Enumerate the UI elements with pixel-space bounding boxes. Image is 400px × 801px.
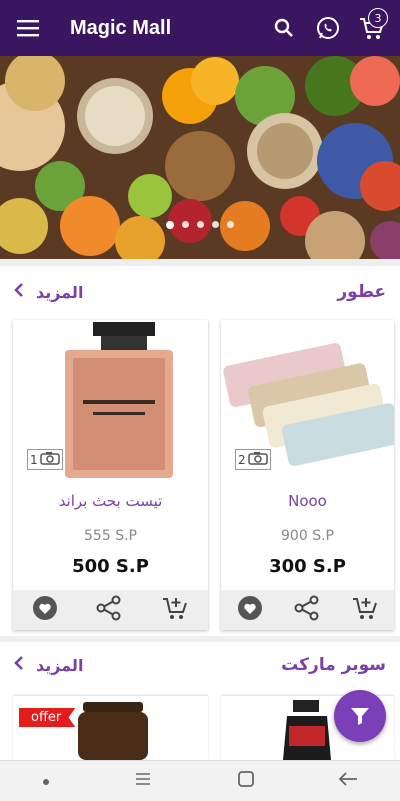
recents-icon[interactable]	[132, 771, 154, 791]
more-label: المزيد	[36, 655, 84, 675]
search-icon[interactable]	[262, 0, 306, 56]
system-nav-bar	[0, 760, 400, 801]
photo-count: 2	[235, 449, 271, 470]
filter-icon	[351, 708, 369, 725]
cart-count-badge: 3	[368, 8, 388, 28]
menu-icon[interactable]	[0, 0, 56, 56]
product-old-price: 900 S.P	[281, 528, 334, 544]
chevron-left-icon	[14, 655, 24, 676]
product-card[interactable]: 1 تيست بحث براند 555 S.P 500 S.P	[13, 320, 208, 630]
share-icon[interactable]	[96, 595, 122, 625]
product-old-price: 555 S.P	[84, 528, 137, 544]
more-link[interactable]: المزيد	[14, 655, 83, 676]
product-image	[78, 702, 148, 760]
offer-badge: offer	[19, 708, 76, 727]
filter-button[interactable]	[334, 690, 386, 742]
product-name[interactable]: تيست بحث براند	[13, 492, 208, 510]
cart-button[interactable]: 3	[350, 0, 394, 56]
nav-dot-icon[interactable]	[41, 772, 51, 791]
app-bar: Magic Mall 3	[0, 0, 400, 56]
camera-icon	[247, 451, 268, 468]
section-title: عطور	[337, 282, 386, 302]
banner-dot[interactable]	[166, 221, 174, 229]
add-to-cart-icon[interactable]	[161, 595, 189, 625]
add-to-cart-icon[interactable]	[351, 595, 379, 625]
product-price: 500 S.P	[72, 556, 149, 577]
banner-dot[interactable]	[227, 221, 234, 228]
banner-dot[interactable]	[197, 221, 204, 228]
product-card[interactable]: offer	[13, 696, 208, 760]
product-price: 300 S.P	[269, 556, 346, 577]
section-header: المزيد سوبر ماركت	[0, 642, 400, 688]
share-icon[interactable]	[294, 595, 320, 625]
section-header: المزيد عطور	[0, 266, 400, 318]
product-image: 2	[221, 320, 394, 478]
heart-icon[interactable]	[32, 595, 58, 625]
banner-dot[interactable]	[182, 221, 189, 228]
product-card[interactable]: 2 Nooo 900 S.P 300 S.P	[221, 320, 394, 630]
camera-icon	[39, 451, 60, 468]
product-image: 1	[13, 320, 208, 478]
back-icon[interactable]	[337, 771, 359, 791]
chevron-left-icon	[14, 282, 24, 303]
more-link[interactable]: المزيد	[14, 282, 83, 303]
product-actions	[13, 590, 208, 630]
home-icon[interactable]	[236, 769, 256, 793]
banner-pager	[0, 221, 400, 229]
banner-dot[interactable]	[212, 221, 219, 228]
section-title: سوبر ماركت	[281, 655, 386, 675]
promo-banner[interactable]	[0, 56, 400, 259]
product-name[interactable]: Nooo	[221, 492, 394, 510]
heart-icon[interactable]	[237, 595, 263, 625]
whatsapp-icon[interactable]	[306, 0, 350, 56]
app-title: Magic Mall	[70, 16, 172, 39]
more-label: المزيد	[36, 282, 84, 302]
photo-count: 1	[27, 449, 63, 470]
product-actions	[221, 590, 394, 630]
